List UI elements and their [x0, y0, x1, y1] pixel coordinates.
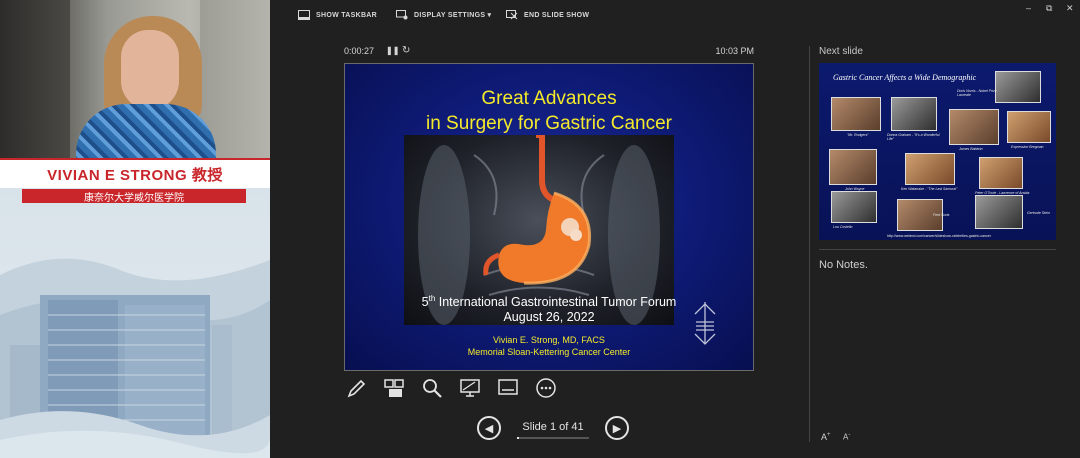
decrease-font-button[interactable]: A- [843, 432, 850, 442]
speaker-face [121, 30, 179, 110]
restore-icon[interactable]: ⧉ [1046, 3, 1052, 14]
zoom-icon [423, 379, 442, 398]
background-illustration [0, 258, 270, 458]
laser-pointer-icon [460, 379, 480, 397]
taskbar-icon [298, 10, 310, 20]
current-slide[interactable]: Great Advances in Surgery for Gastric Ca… [344, 63, 754, 371]
event-name: 5th International Gastrointestinal Tumor… [345, 294, 753, 309]
increase-font-button[interactable]: A+ [821, 432, 831, 442]
photo-mr-rodgers [831, 97, 881, 131]
caption-lou-costello: Lou Costello [833, 225, 853, 229]
zoom-button[interactable] [420, 376, 444, 400]
more-options-icon [536, 378, 556, 398]
increase-font-indicator: + [827, 432, 831, 438]
caption-fred-soria: Fred Soria [933, 213, 950, 217]
speaker-affiliation-bar: 康奈尔大学威尔医学院 [22, 189, 246, 204]
speaker-name: VIVIAN E STRONG 教授 [47, 166, 223, 184]
photo-expression-bregman [1007, 111, 1051, 143]
photo-john-wayne [829, 149, 877, 185]
speaker-affiliation: 康奈尔大学威尔医学院 [84, 192, 184, 204]
caption-james-baldwin: James Baldwin [959, 147, 983, 151]
photo-ken-watanabe [905, 153, 955, 185]
app-root: VIVIAN E STRONG 教授 康奈尔大学威尔医学院 SHOW TASKB… [0, 0, 1080, 458]
caption-gertrude-stein: Gertrude Stein [1027, 211, 1050, 215]
chevron-right-icon: ▶ [612, 422, 622, 435]
end-slide-show-label: END SLIDE SHOW [524, 11, 590, 19]
slide-title-line1: Great Advances [481, 88, 617, 109]
photo-donna-graham [891, 97, 937, 131]
previous-slide-button[interactable]: ◀ [477, 416, 501, 440]
display-settings-button[interactable]: DISPLAY SETTINGS ▾ [396, 10, 491, 20]
timer-row: 0:00:27 ❚❚ ↻ 10:03 PM [344, 45, 754, 58]
caption-donna-graham: Donna Graham - "It's a Wonderful Life" [887, 133, 940, 141]
chevron-left-icon: ◀ [484, 422, 494, 435]
display-settings-label: DISPLAY SETTINGS ▾ [414, 12, 492, 19]
slide-counter[interactable]: Slide 1 of 41 [517, 421, 589, 433]
event-name-rest: International Gastrointestinal Tumor For… [435, 295, 677, 310]
speaker-name-bar: VIVIAN E STRONG 教授 [0, 158, 270, 188]
institution-logo [694, 302, 716, 345]
show-taskbar-label: SHOW TASKBAR [316, 11, 378, 19]
caption-nobel-laureate: Doris Norris - Nobel Prize Laureate [957, 89, 997, 97]
webcam-background-left [0, 0, 70, 160]
slide-progress-bar [517, 437, 589, 439]
close-icon[interactable]: ✕ [1066, 3, 1074, 14]
monitor-gear-icon [396, 10, 408, 20]
slide-institution: Memorial Sloan-Kettering Cancer Center [467, 347, 631, 357]
pause-icon[interactable]: ❚❚ [386, 46, 399, 55]
current-time: 10:03 PM [715, 46, 754, 56]
next-slide-label: Next slide [819, 46, 863, 57]
caption-mr-rodgers: "Mr. Rodgers" [847, 133, 869, 137]
event-ordinal: 5 [421, 295, 429, 310]
speaker-shirt [76, 104, 216, 164]
photo-james-baldwin [949, 109, 999, 145]
event-date: August 26, 2022 [503, 310, 595, 324]
show-taskbar-button[interactable]: SHOW TASKBAR [298, 10, 377, 20]
subtitles-button[interactable] [496, 376, 520, 400]
next-slide-title: Gastric Cancer Affects a Wide Demographi… [833, 73, 977, 82]
caption-ken-watanabe: Ken Watanabe - "The Last Samurai" [901, 187, 958, 191]
next-slide-preview[interactable]: Gastric Cancer Affects a Wide Demographi… [819, 63, 1056, 240]
black-screen-button[interactable] [458, 376, 482, 400]
notes-divider [819, 249, 1056, 250]
webcam-video [0, 0, 270, 164]
subtitles-icon [498, 379, 518, 395]
presenter-view: SHOW TASKBAR DISPLAY SETTINGS ▾ END SLID… [270, 0, 1080, 458]
next-slide-url: http://www.webmd.com/cancer/slideshow-ce… [887, 234, 991, 238]
slide-title-line2: in Surgery for Gastric Cancer [425, 113, 673, 134]
minimize-icon[interactable]: – [1026, 3, 1031, 13]
end-slide-show-button[interactable]: END SLIDE SHOW [506, 10, 589, 20]
slide-author: Vivian E. Strong, MD, FACS [493, 335, 605, 345]
slide-navigation: ◀ Slide 1 of 41 ▶ [477, 414, 629, 442]
more-options-button[interactable] [534, 376, 558, 400]
elapsed-timer: 0:00:27 [344, 46, 375, 56]
photo-lou-costello [831, 191, 877, 223]
next-slide-button[interactable]: ▶ [605, 416, 629, 440]
pen-tool-button[interactable] [344, 376, 368, 400]
photo-gertrude-stein [975, 195, 1023, 229]
see-all-slides-button[interactable] [382, 376, 406, 400]
pane-divider[interactable] [809, 46, 810, 442]
caption-expression-bregman: Expression Bregman [1011, 145, 1044, 149]
pen-icon [347, 379, 366, 398]
end-show-icon [506, 10, 518, 20]
speaker-panel: VIVIAN E STRONG 教授 康奈尔大学威尔医学院 [0, 0, 270, 458]
speaker-notes[interactable]: No Notes. [819, 259, 868, 271]
reset-icon[interactable]: ↻ [402, 45, 410, 56]
see-all-slides-icon [384, 379, 404, 397]
decrease-font-indicator: - [848, 432, 851, 438]
slide-tools [344, 376, 558, 400]
slide-progress-fill [517, 437, 519, 439]
photo-nobel-laureate [995, 71, 1041, 103]
photo-peter-otoole [979, 157, 1023, 189]
presenter-toolbar: SHOW TASKBAR DISPLAY SETTINGS ▾ END SLID… [270, 0, 1080, 34]
